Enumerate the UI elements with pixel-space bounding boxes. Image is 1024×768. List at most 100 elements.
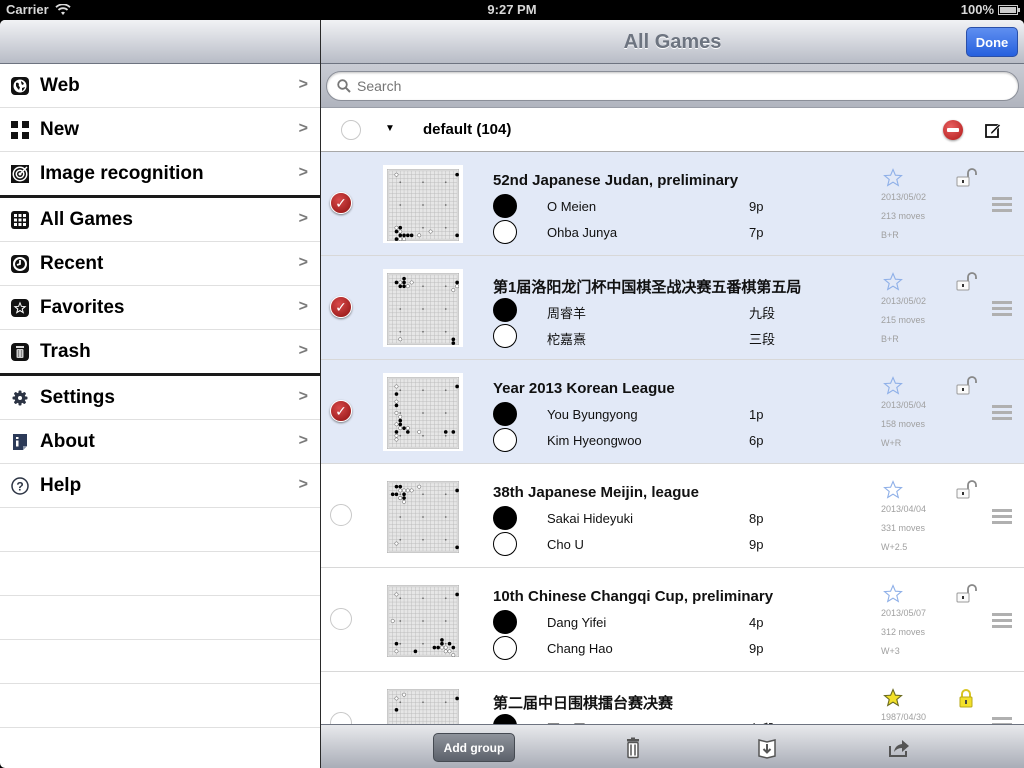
search-field[interactable]: [326, 71, 1019, 101]
white-stone-icon: [493, 532, 517, 556]
trash-icon[interactable]: [621, 736, 645, 760]
black-stone: [432, 645, 437, 650]
unlock-icon[interactable]: [955, 480, 977, 500]
white-stone: [443, 649, 448, 654]
game-result: B+R: [881, 230, 899, 240]
black-stone: [455, 696, 459, 701]
sidebar-item-about[interactable]: About >: [0, 420, 320, 464]
sidebar-item-help[interactable]: ? Help >: [0, 464, 320, 508]
row-select-radio[interactable]: [330, 608, 352, 630]
white-stone: [417, 484, 422, 489]
trash-icon: [10, 342, 30, 362]
checkmark-icon[interactable]: ✓: [330, 296, 352, 318]
white-stone: [447, 649, 452, 654]
battery-percent: 100%: [960, 2, 994, 17]
edit-icon[interactable]: [984, 121, 1002, 139]
sidebar-item-web[interactable]: Web >: [0, 64, 320, 108]
share-icon[interactable]: [887, 736, 911, 760]
globe-icon: [10, 76, 30, 96]
reorder-handle-icon[interactable]: [992, 613, 1012, 629]
black-stone: [398, 284, 403, 289]
black-stone: [394, 430, 399, 434]
caret-down-icon[interactable]: ▼: [385, 123, 395, 134]
checkmark-icon[interactable]: ✓: [330, 192, 352, 214]
game-title: 第二届中日围棋擂台赛决赛: [493, 695, 674, 712]
black-player: O Meien: [547, 199, 597, 214]
game-row[interactable]: ✓ Year 2013 Korean League You Byungyong 1p K…: [321, 360, 1024, 464]
row-select[interactable]: ✓: [330, 400, 352, 422]
row-select[interactable]: [330, 608, 352, 630]
page-title: All Games: [623, 31, 722, 53]
star-outline-icon[interactable]: [883, 584, 903, 604]
group-header[interactable]: ▼ default (104): [321, 108, 1024, 152]
black-player: Sakai Hideyuki: [547, 511, 633, 526]
main-panel: All Games Done ▼ default (104) ✓ 52nd Jap…: [321, 20, 1024, 768]
black-stone: [402, 276, 406, 281]
game-row[interactable]: ✓ 52nd Japanese Judan, preliminary O Meien…: [321, 152, 1024, 256]
game-row[interactable]: 10th Chinese Changqi Cup, preliminary Dan…: [321, 568, 1024, 672]
game-date: 2013/05/04: [881, 400, 927, 410]
reorder-handle-icon[interactable]: [992, 197, 1012, 213]
lock-icon[interactable]: [955, 688, 977, 708]
star-outline-icon[interactable]: [883, 272, 903, 292]
sidebar-item-favorites[interactable]: Favorites >: [0, 286, 320, 330]
star-filled-icon[interactable]: [883, 688, 903, 708]
row-select[interactable]: ✓: [330, 296, 352, 318]
row-select[interactable]: [330, 504, 352, 526]
search-input[interactable]: [357, 78, 957, 94]
black-stone: [398, 484, 403, 489]
add-group-button[interactable]: Add group: [433, 733, 515, 762]
black-stone: [440, 641, 444, 646]
board-preview[interactable]: [383, 477, 463, 555]
sidebar-item-settings[interactable]: Settings >: [0, 376, 320, 420]
star-outline-icon[interactable]: [883, 480, 903, 500]
board-preview[interactable]: [383, 165, 463, 243]
move-to-folder-icon[interactable]: [755, 736, 779, 760]
sidebar-item-image-recognition[interactable]: Image recognition >: [0, 152, 320, 198]
unlock-icon[interactable]: [955, 376, 977, 396]
reorder-handle-icon[interactable]: [992, 509, 1012, 525]
row-select-radio[interactable]: [330, 504, 352, 526]
row-select[interactable]: ✓: [330, 192, 352, 214]
white-stone-icon: [493, 220, 517, 244]
unlock-icon[interactable]: [955, 272, 977, 292]
done-button[interactable]: Done: [966, 27, 1018, 57]
sidebar-item-recent[interactable]: Recent >: [0, 242, 320, 286]
board-preview[interactable]: [383, 581, 463, 659]
sidebar-item-all-games[interactable]: All Games >: [0, 198, 320, 242]
game-title: 38th Japanese Meijin, league: [493, 484, 699, 501]
white-stone: [405, 426, 410, 431]
star-outline-icon[interactable]: [883, 168, 903, 188]
board-preview[interactable]: [383, 373, 463, 451]
delete-group-button[interactable]: [943, 120, 963, 140]
black-stone: [402, 233, 406, 238]
game-row[interactable]: 38th Japanese Meijin, league Sakai Hideyu…: [321, 464, 1024, 568]
black-stone: [402, 426, 406, 430]
checkmark-icon[interactable]: ✓: [330, 400, 352, 422]
white-stone: [394, 422, 399, 427]
white-stone: [405, 488, 410, 493]
group-name: default (104): [423, 121, 512, 138]
unlock-icon[interactable]: [955, 584, 977, 604]
black-stone: [402, 496, 406, 500]
game-row[interactable]: ✓ 第1届洛阳龙门杯中国棋圣战决赛五番棋第五局 周睿羊 九段 柁嘉熹 三段 2013/05/…: [321, 256, 1024, 360]
black-stone-icon: [493, 194, 517, 218]
black-stone: [455, 592, 459, 597]
sidebar-item-label: All Games: [40, 208, 133, 230]
reorder-handle-icon[interactable]: [992, 405, 1012, 421]
move-count: 158 moves: [881, 419, 926, 429]
star-outline-icon[interactable]: [883, 376, 903, 396]
unlock-icon[interactable]: [955, 168, 977, 188]
search-bar: [321, 64, 1024, 108]
black-stone: [455, 280, 459, 285]
group-select-radio[interactable]: [341, 120, 361, 140]
svg-text:?: ?: [16, 479, 23, 493]
reorder-handle-icon[interactable]: [992, 301, 1012, 317]
sidebar-item-new[interactable]: New >: [0, 108, 320, 152]
black-stone: [406, 233, 410, 238]
sidebar-empty-row: [0, 684, 320, 728]
sidebar-item-trash[interactable]: Trash >: [0, 330, 320, 376]
white-stone: [402, 499, 406, 504]
board-preview[interactable]: [383, 269, 463, 347]
sidebar-item-label: Web: [40, 74, 80, 96]
